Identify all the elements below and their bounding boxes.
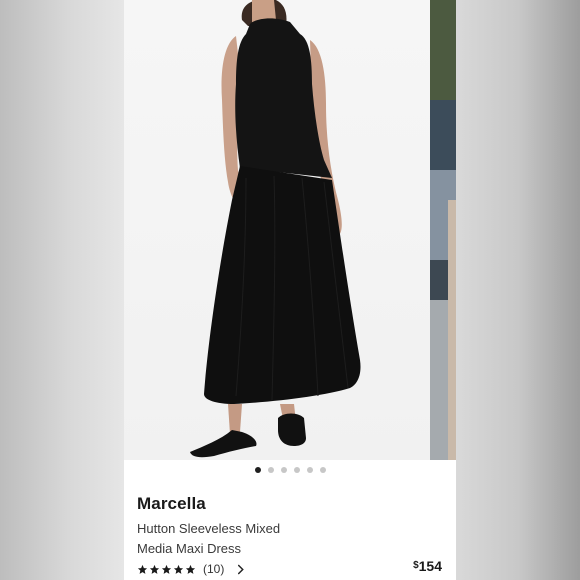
carousel-dot-2[interactable] <box>267 467 274 473</box>
carousel-dot-4[interactable] <box>293 467 300 473</box>
star-icon <box>137 564 148 574</box>
product-brand[interactable]: Marcella <box>137 494 206 514</box>
rating-summary[interactable]: (10) <box>137 561 245 577</box>
rating-stars <box>137 564 196 575</box>
carousel-dot-6[interactable] <box>319 467 326 473</box>
product-card: Marcella Hutton Sleeveless Mixed Media M… <box>124 0 456 580</box>
product-image-carousel[interactable] <box>124 0 430 460</box>
carousel-dot-3[interactable] <box>280 467 287 473</box>
star-icon <box>185 564 196 574</box>
backdrop-right <box>456 0 580 580</box>
product-name[interactable]: Hutton Sleeveless Mixed Media Maxi Dress <box>137 519 317 558</box>
star-icon <box>173 564 184 574</box>
chevron-right-icon[interactable] <box>236 564 245 575</box>
carousel-dot-5[interactable] <box>306 467 313 473</box>
star-icon <box>161 564 172 574</box>
next-product-image-preview[interactable] <box>430 0 456 460</box>
backdrop-left <box>0 0 124 580</box>
product-photo <box>190 0 361 458</box>
star-icon <box>149 564 160 574</box>
review-count[interactable]: (10) <box>203 562 224 576</box>
carousel-dot-1[interactable] <box>254 467 261 473</box>
carousel-pagination <box>124 465 456 475</box>
price-amount: 154 <box>418 558 442 574</box>
product-price: $154 <box>413 558 442 574</box>
street-photo <box>430 0 456 460</box>
